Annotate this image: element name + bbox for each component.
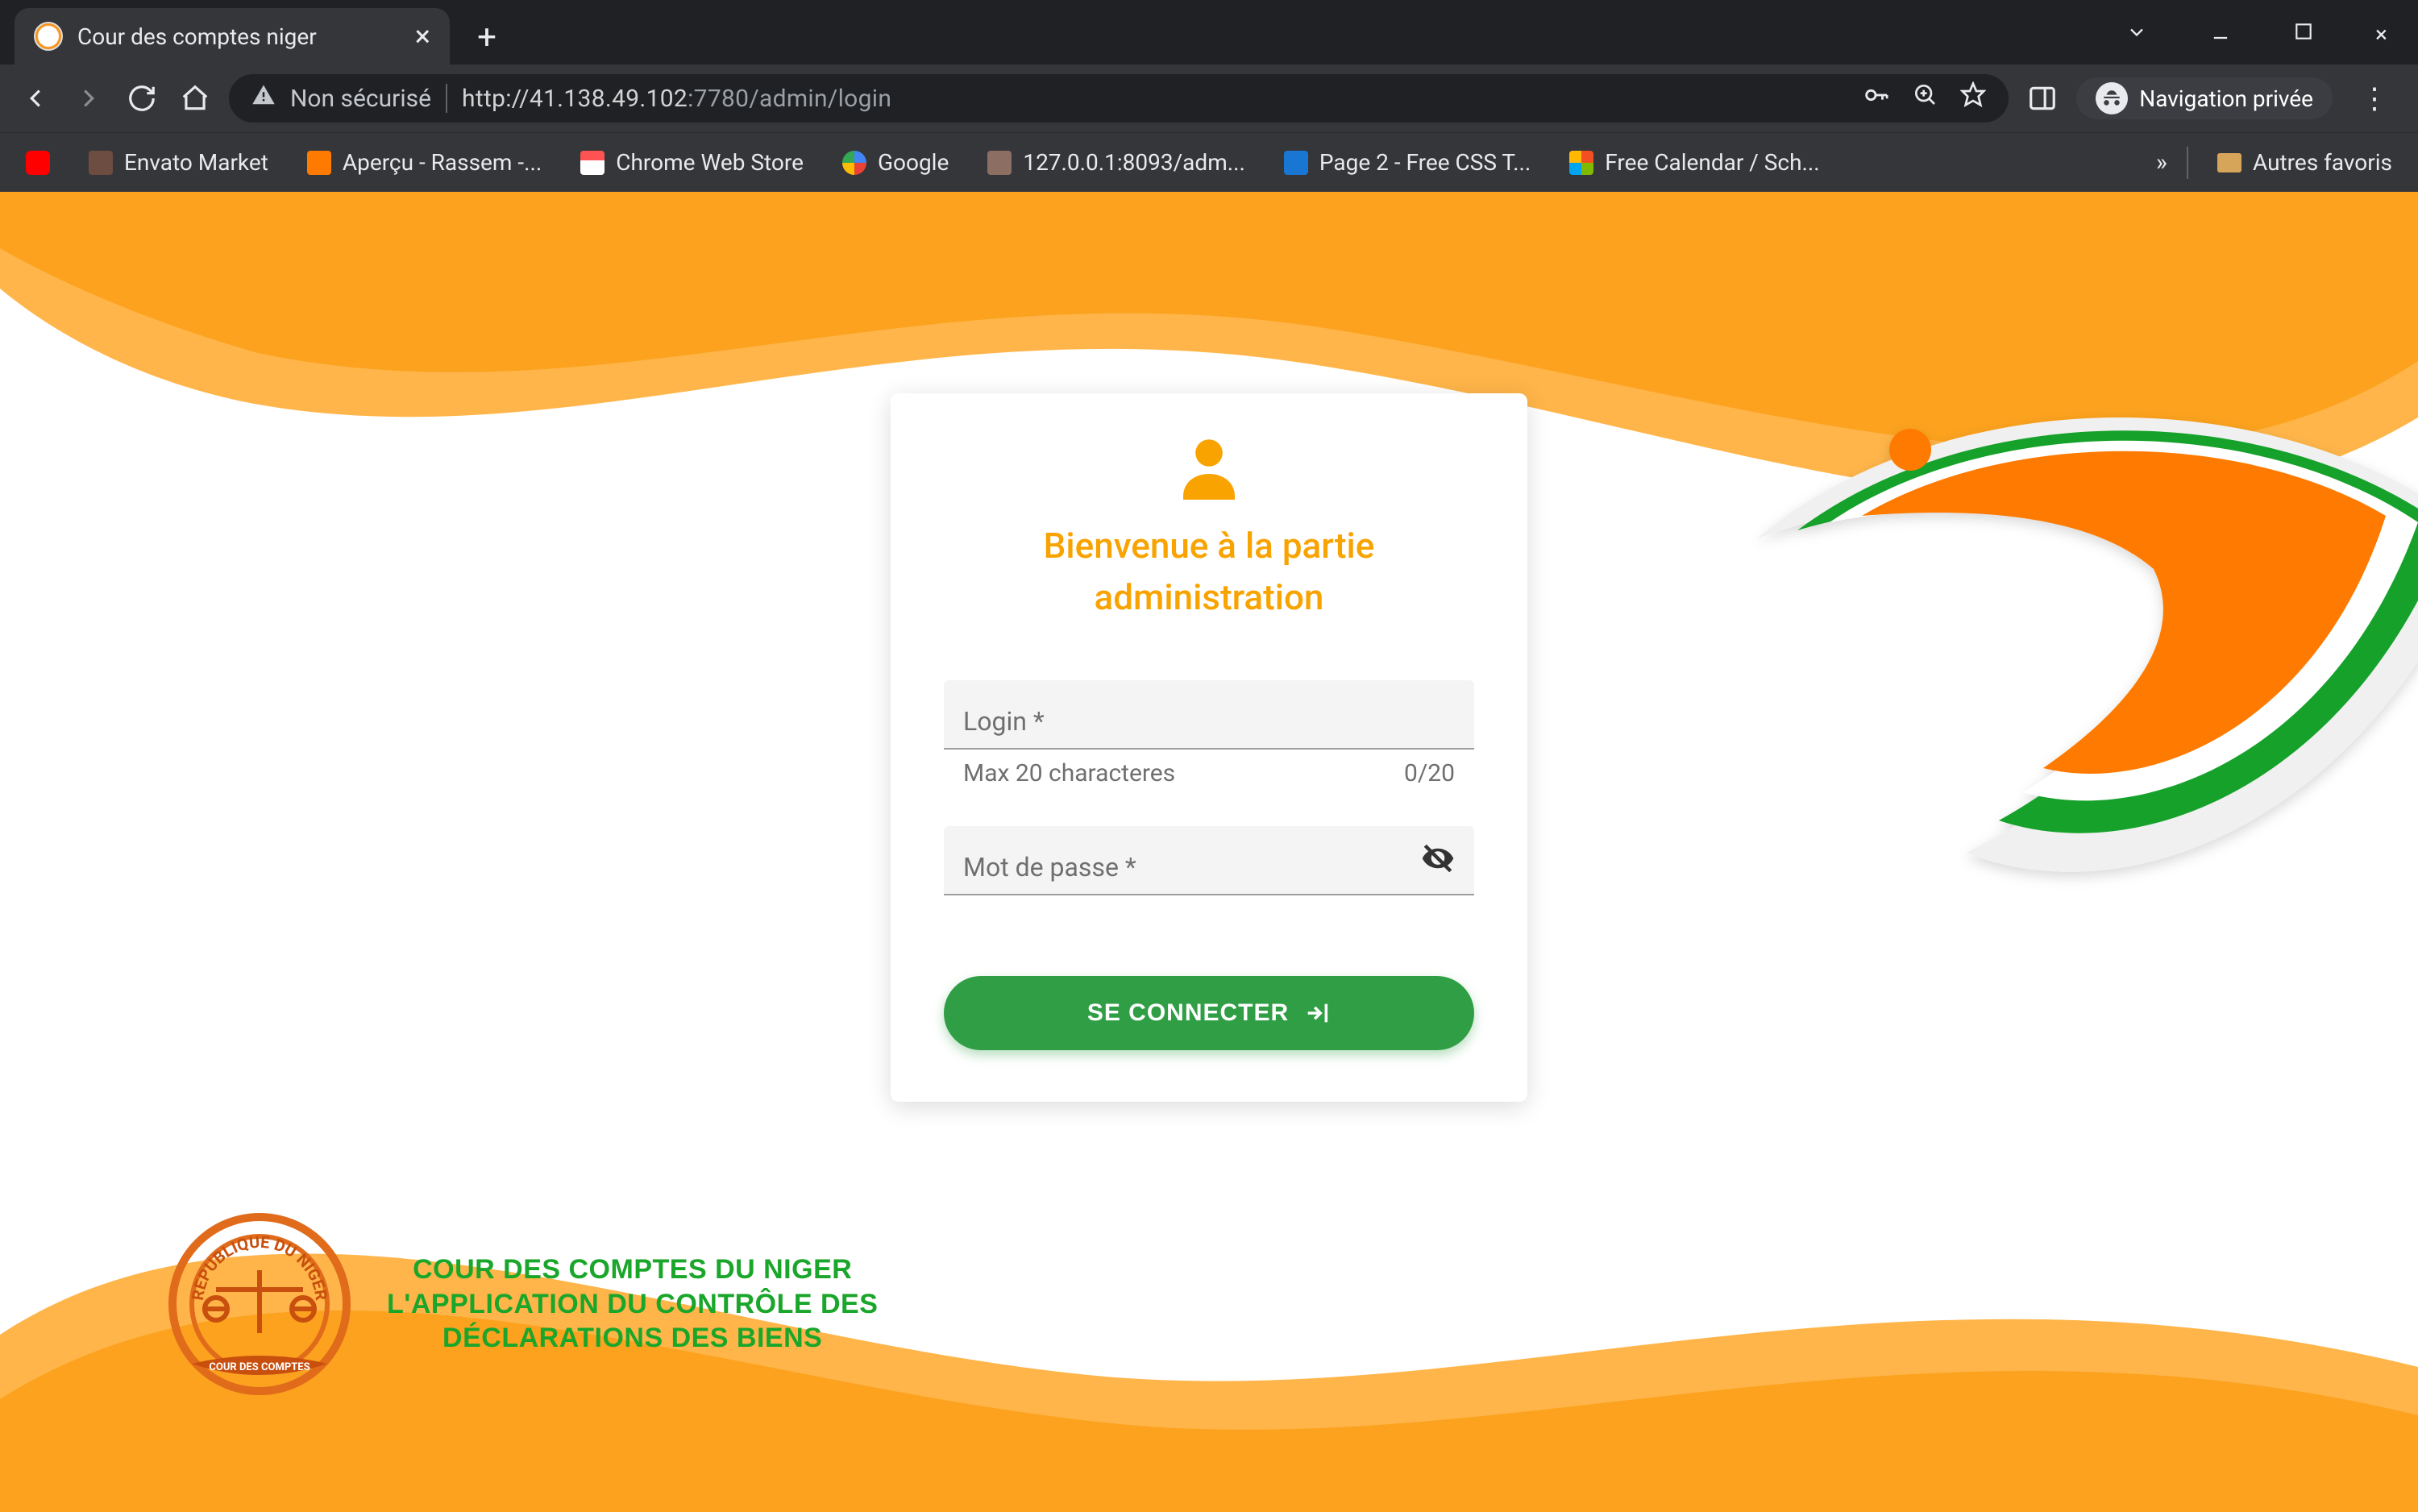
- login-counter: 0/20: [1404, 759, 1455, 787]
- login-field[interactable]: Login *: [944, 680, 1474, 750]
- bookmark-label: Google: [878, 149, 949, 176]
- address-divider: [446, 84, 447, 113]
- user-icon: [944, 429, 1474, 506]
- submit-label: SE CONNECTER: [1087, 999, 1289, 1027]
- bookmark-label: Envato Market: [124, 149, 268, 176]
- incognito-indicator[interactable]: Navigation privée: [2076, 77, 2333, 119]
- window-minimize-icon[interactable]: [2196, 15, 2245, 56]
- security-label: Non sécurisé: [290, 85, 431, 113]
- nav-home-icon[interactable]: [176, 79, 214, 118]
- bookmarks-divider: [2187, 147, 2188, 179]
- browser-chrome: Cour des comptes niger × + ×: [0, 0, 2418, 192]
- bookmark-label: Chrome Web Store: [616, 149, 804, 176]
- footer-text: COUR DES COMPTES DU NIGER L'APPLICATION …: [387, 1252, 878, 1356]
- window-controls: ×: [2113, 15, 2400, 56]
- bookmark-icon: [89, 151, 113, 175]
- bookmark-icon: [307, 151, 331, 175]
- address-bar[interactable]: Non sécurisé http://41.138.49.102:7780/a…: [229, 74, 2009, 123]
- bookmark-icon: [1569, 151, 1593, 175]
- login-hint-row: Max 20 characteres 0/20: [944, 750, 1474, 787]
- card-title: Bienvenue à la partieadministration: [944, 521, 1474, 624]
- other-bookmarks[interactable]: Autres favoris: [2208, 143, 2402, 182]
- bookmark-apercu[interactable]: Aperçu - Rassem -...: [297, 143, 551, 182]
- toggle-password-visibility-icon[interactable]: [1421, 841, 1455, 879]
- bookmark-icon: [1284, 151, 1308, 175]
- bookmark-chrome-store[interactable]: Chrome Web Store: [571, 143, 813, 182]
- bookmark-star-icon[interactable]: [1960, 81, 1986, 115]
- bookmark-label: Free Calendar / Sch...: [1605, 149, 1819, 176]
- bookmark-freecalendar[interactable]: Free Calendar / Sch...: [1560, 143, 1829, 182]
- browser-toolbar: Non sécurisé http://41.138.49.102:7780/a…: [0, 64, 2418, 132]
- nav-reload-icon[interactable]: [123, 79, 161, 118]
- bookmarks-overflow-icon[interactable]: »: [2156, 148, 2167, 177]
- bookmark-localhost[interactable]: 127.0.0.1:8093/adm...: [978, 143, 1255, 182]
- login-card: Bienvenue à la partieadministration Logi…: [891, 393, 1527, 1102]
- bookmark-youtube[interactable]: [16, 144, 60, 181]
- password-key-icon[interactable]: [1862, 81, 1889, 115]
- new-tab-button[interactable]: +: [463, 13, 511, 61]
- folder-icon: [2217, 153, 2241, 172]
- svg-text:COUR DES COMPTES: COUR DES COMPTES: [209, 1361, 310, 1373]
- zoom-icon[interactable]: [1912, 81, 1938, 115]
- side-panel-icon[interactable]: [2023, 79, 2062, 118]
- password-label: Mot de passe *: [963, 852, 1455, 883]
- incognito-label: Navigation privée: [2139, 85, 2313, 112]
- official-seal-icon: REPUBLIQUE DU NIGER COUR DES COMPTES: [168, 1212, 351, 1396]
- url-text: http://41.138.49.102:7780/admin/login: [462, 85, 891, 113]
- window-maximize-icon[interactable]: [2280, 15, 2327, 56]
- tab-strip: Cour des comptes niger × +: [0, 0, 2418, 64]
- login-hint: Max 20 characteres: [963, 759, 1175, 787]
- browser-tab[interactable]: Cour des comptes niger ×: [15, 8, 450, 64]
- incognito-icon: [2096, 82, 2128, 114]
- tab-close-icon[interactable]: ×: [415, 22, 430, 51]
- bookmarks-bar: Envato Market Aperçu - Rassem -... Chrom…: [0, 132, 2418, 192]
- tabs-dropdown-icon[interactable]: [2113, 15, 2161, 56]
- tab-favicon-icon: [34, 22, 63, 51]
- bookmark-envato[interactable]: Envato Market: [79, 143, 278, 182]
- footer-block: REPUBLIQUE DU NIGER COUR DES COMPTES COU…: [168, 1212, 878, 1396]
- other-bookmarks-label: Autres favoris: [2253, 149, 2392, 176]
- password-field[interactable]: Mot de passe *: [944, 826, 1474, 895]
- window-close-icon[interactable]: ×: [2362, 15, 2400, 56]
- bookmark-icon: [580, 151, 604, 175]
- nav-forward-icon[interactable]: [69, 79, 108, 118]
- submit-button[interactable]: SE CONNECTER: [944, 976, 1474, 1050]
- youtube-icon: [26, 151, 50, 175]
- login-label: Login *: [963, 706, 1455, 737]
- nav-back-icon[interactable]: [16, 79, 55, 118]
- bookmark-icon: [842, 151, 866, 175]
- browser-menu-icon[interactable]: ⋮: [2347, 75, 2402, 122]
- bookmark-icon: [987, 151, 1012, 175]
- address-right-icons: [1862, 81, 1986, 115]
- login-arrow-icon: [1303, 999, 1331, 1027]
- bookmark-label: Aperçu - Rassem -...: [343, 149, 542, 176]
- bookmark-google[interactable]: Google: [833, 143, 958, 182]
- page-viewport: Bienvenue à la partieadministration Logi…: [0, 192, 2418, 1512]
- tab-title: Cour des comptes niger: [77, 23, 401, 50]
- insecure-icon: [251, 83, 276, 114]
- bookmark-label: Page 2 - Free CSS T...: [1319, 149, 1531, 176]
- bookmark-freecss[interactable]: Page 2 - Free CSS T...: [1274, 143, 1540, 182]
- flag-ribbon-icon: [1709, 401, 2418, 998]
- bookmark-label: 127.0.0.1:8093/adm...: [1023, 149, 1245, 176]
